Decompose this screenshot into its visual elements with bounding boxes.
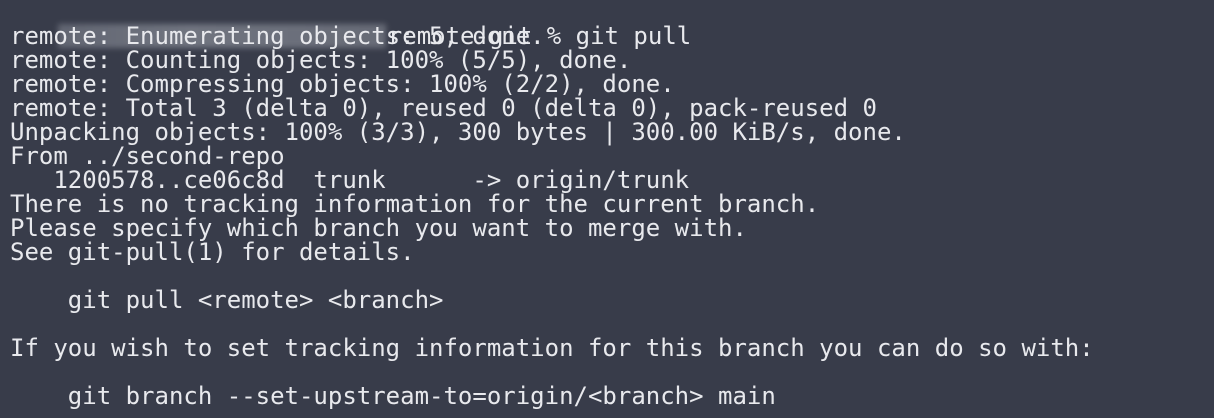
prompt-line: remote-git % git pull — [10, 0, 691, 48]
output-line: Unpacking objects: 100% (3/3), 300 bytes… — [10, 118, 906, 146]
output-line: See git-pull(1) for details. — [10, 238, 415, 266]
output-line: 1200578..ce06c8d trunk -> origin/trunk — [10, 166, 690, 194]
output-line: remote: Compressing objects: 100% (2/2),… — [10, 70, 675, 98]
terminal-window[interactable]: remote-git % git pull remote: Enumeratin… — [0, 0, 1214, 418]
output-line: git pull <remote> <branch> — [10, 286, 444, 314]
output-line: If you wish to set tracking information … — [10, 334, 1094, 362]
output-line: remote: Total 3 (delta 0), reused 0 (del… — [10, 94, 877, 122]
output-line: remote: Counting objects: 100% (5/5), do… — [10, 46, 632, 74]
output-line: git branch --set-upstream-to=origin/<bra… — [10, 382, 776, 410]
output-line: There is no tracking information for the… — [10, 190, 820, 218]
output-line: remote: Enumerating objects: 5, done. — [10, 22, 545, 50]
output-line: From ../second-repo — [10, 142, 285, 170]
output-line: Please specify which branch you want to … — [10, 214, 747, 242]
